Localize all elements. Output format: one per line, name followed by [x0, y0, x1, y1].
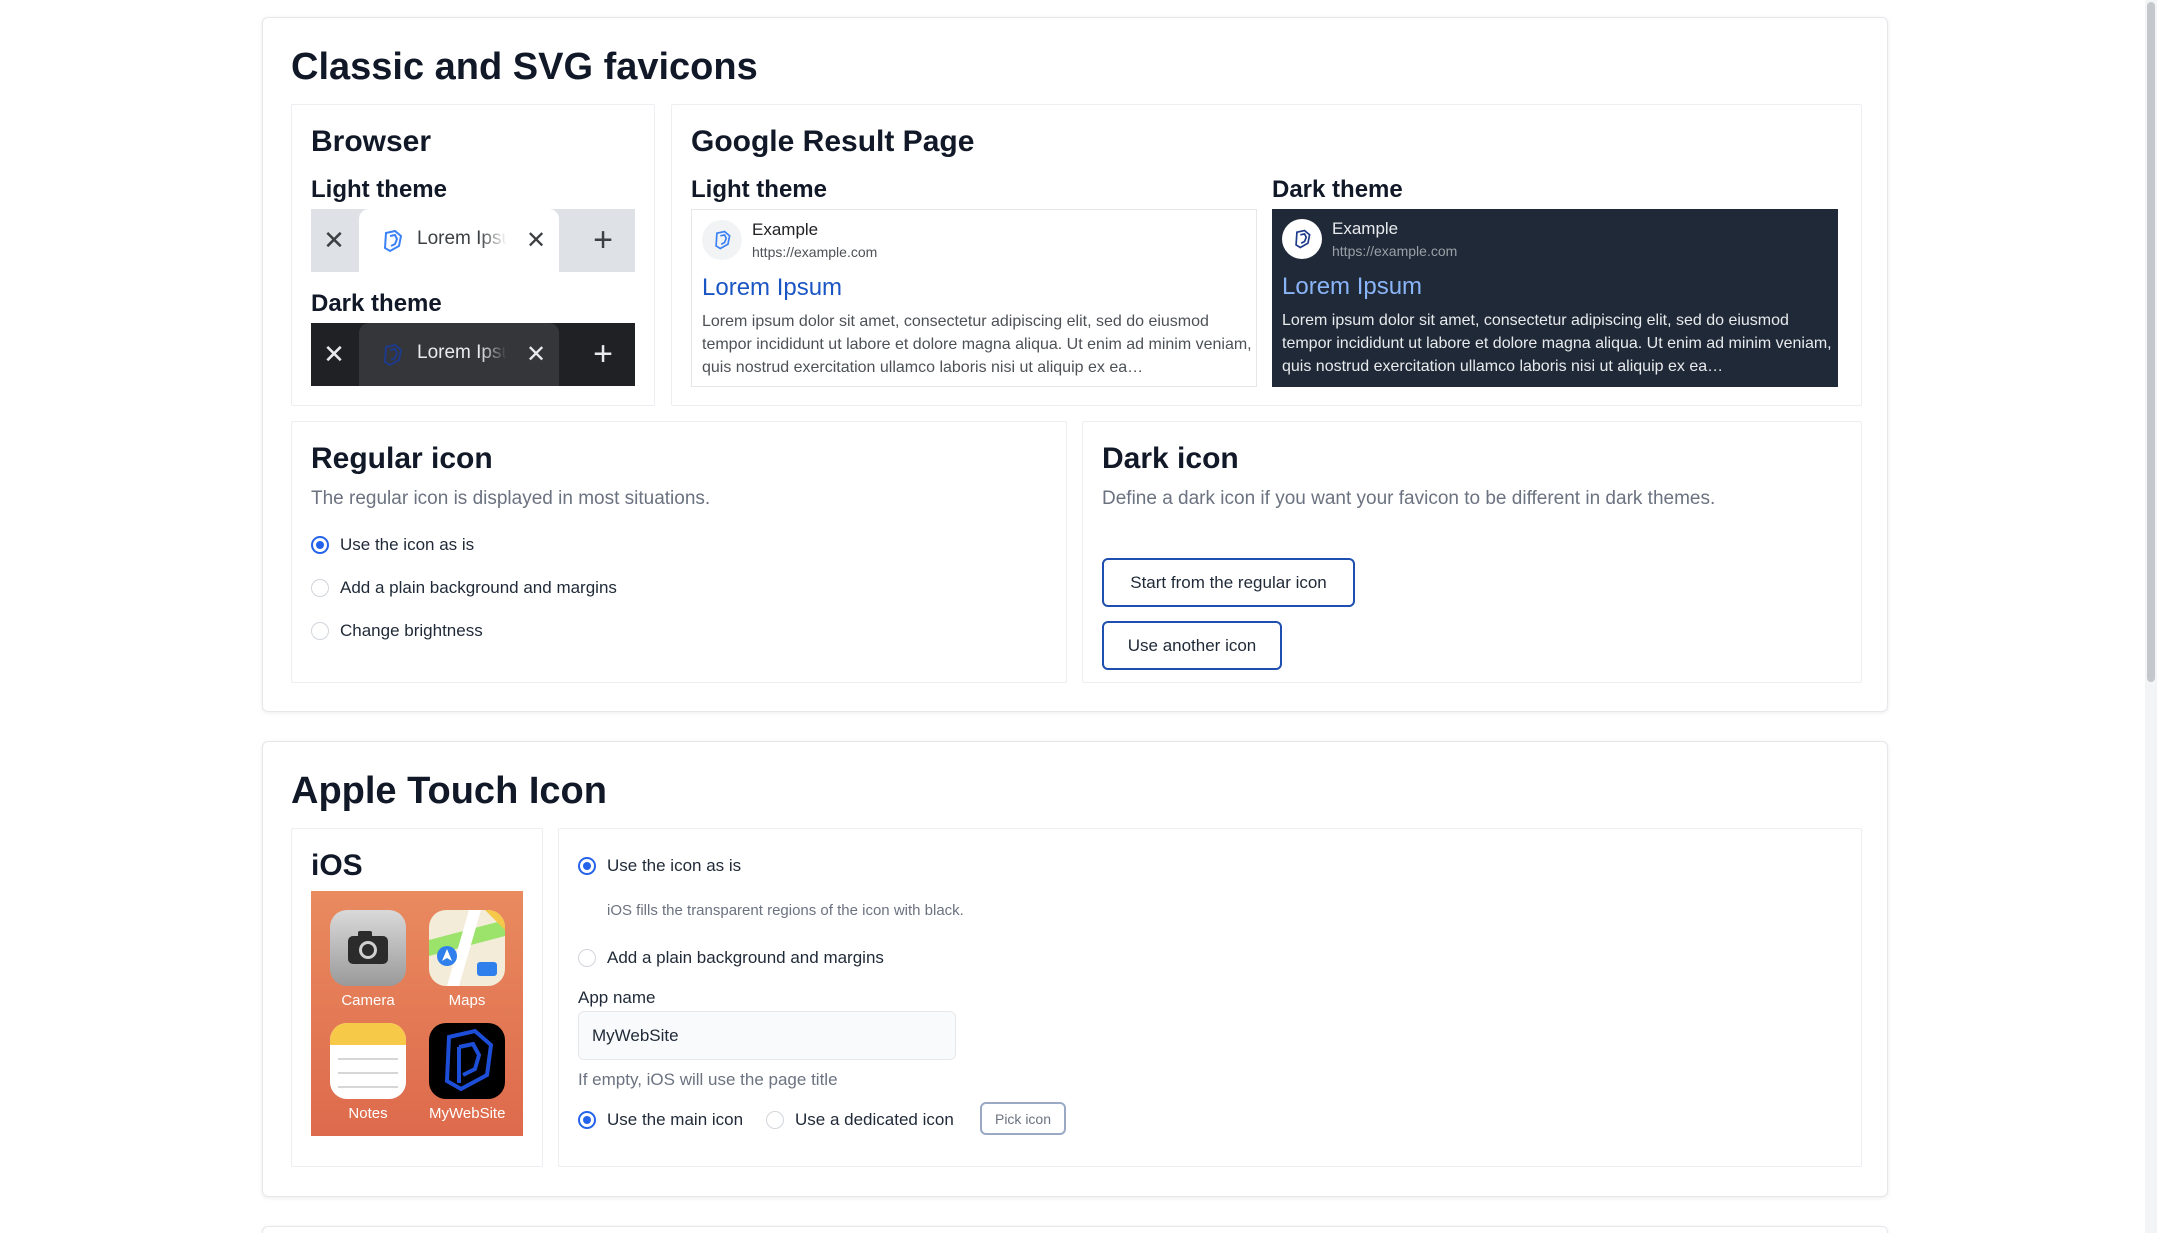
radio-selected[interactable]	[578, 1111, 596, 1129]
app-label: MyWebSite	[429, 1105, 506, 1122]
radio-unselected[interactable]	[311, 622, 329, 640]
brand-favicon-icon	[1295, 229, 1311, 249]
radio-label: Use the icon as is	[340, 535, 475, 554]
regular-option-background[interactable]: Add a plain background and margins	[311, 578, 617, 598]
start-from-regular-button[interactable]: Start from the regular icon	[1102, 558, 1355, 607]
google-title: Google Result Page	[691, 125, 975, 158]
tab-close-icon[interactable]: ✕	[519, 323, 553, 386]
radio-unselected[interactable]	[766, 1111, 784, 1129]
serp-snippet: Lorem ipsum dolor sit amet, consectetur …	[702, 313, 1252, 376]
browser-dark-label: Dark theme	[311, 290, 442, 317]
serp-favicon	[1282, 219, 1322, 259]
serp-result-title[interactable]: Lorem Ipsum	[1282, 273, 1422, 301]
favicon-card: Classic and SVG favicons Browser Light t…	[262, 17, 1888, 712]
ios-option-as-is[interactable]: Use the icon as is	[578, 856, 741, 876]
app-label: Notes	[348, 1105, 388, 1122]
ios-settings-panel: Use the icon as is iOS fills the transpa…	[558, 828, 1862, 1167]
section-title-favicons: Classic and SVG favicons	[291, 46, 758, 88]
app-name-input[interactable]	[578, 1011, 956, 1060]
next-card	[262, 1226, 1888, 1233]
brand-favicon-icon	[715, 230, 731, 250]
radio-unselected[interactable]	[578, 949, 596, 967]
radio-label: Add a plain background and margins	[607, 948, 884, 967]
maps-icon	[429, 910, 505, 986]
serp-site-url: https://example.com	[1332, 243, 1458, 259]
tab-title: Lorem Ipsum	[417, 228, 507, 249]
pick-icon-button[interactable]: Pick icon	[980, 1102, 1066, 1135]
browser-tab-light[interactable]: Lorem Ipsum ✕	[359, 209, 559, 272]
browser-tabbar-light: ✕ Lorem Ipsum ✕ +	[311, 209, 635, 272]
browser-title: Browser	[311, 125, 432, 158]
ios-option-background[interactable]: Add a plain background and margins	[578, 948, 884, 968]
brand-app-icon	[429, 1023, 505, 1099]
app-maps: Maps	[429, 910, 505, 1009]
regular-option-as-is[interactable]: Use the icon as is	[311, 535, 474, 555]
radio-label: Use a dedicated icon	[795, 1110, 954, 1129]
scrollbar-thumb[interactable]	[2147, 2, 2155, 682]
radio-label: Add a plain background and margins	[340, 578, 617, 597]
radio-unselected[interactable]	[311, 579, 329, 597]
app-name-label: App name	[578, 988, 656, 1007]
dark-icon-description: Define a dark icon if you want your favi…	[1102, 488, 1716, 509]
dark-icon-title: Dark icon	[1102, 442, 1239, 475]
tab-close-icon[interactable]: ✕	[519, 209, 553, 272]
google-dark-label: Dark theme	[1272, 176, 1403, 203]
ios-panel: iOS Camera Maps Notes MyWebSite	[291, 828, 543, 1167]
new-tab-icon[interactable]: +	[573, 323, 633, 386]
app-label: Camera	[341, 992, 395, 1009]
ios-main-icon-option[interactable]: Use the main icon	[578, 1110, 743, 1130]
radio-label: Use the main icon	[607, 1110, 744, 1129]
app-camera: Camera	[330, 910, 406, 1009]
serp-site-name: Example	[1332, 219, 1399, 238]
app-notes: Notes	[330, 1023, 406, 1122]
serp-site-url: https://example.com	[752, 244, 878, 260]
browser-panel: Browser Light theme ✕ Lorem Ipsum ✕ + Da…	[291, 104, 655, 406]
app-label: Maps	[448, 992, 486, 1009]
ios-dedicated-icon-option[interactable]: Use a dedicated icon	[766, 1110, 954, 1130]
section-title-apple: Apple Touch Icon	[291, 770, 607, 812]
regular-icon-panel: Regular icon The regular icon is display…	[291, 421, 1067, 683]
close-icon[interactable]: ✕	[311, 323, 357, 386]
regular-icon-title: Regular icon	[311, 442, 493, 475]
ios-option-hint: iOS fills the transparent regions of the…	[607, 902, 964, 919]
app-name-hint: If empty, iOS will use the page title	[578, 1070, 838, 1089]
brand-favicon-icon	[383, 343, 403, 367]
close-icon[interactable]: ✕	[311, 209, 357, 272]
ios-title: iOS	[311, 849, 363, 882]
app-mywebsite: MyWebSite	[429, 1023, 505, 1122]
radio-label: Use the icon as is	[607, 856, 742, 875]
google-panel: Google Result Page Light theme Dark them…	[671, 104, 1862, 406]
radio-selected[interactable]	[311, 536, 329, 554]
serp-result-title[interactable]: Lorem Ipsum	[702, 274, 842, 302]
browser-tab-dark[interactable]: Lorem Ipsum ✕	[359, 323, 559, 386]
serp-dark: Example https://example.com Lorem Ipsum …	[1272, 209, 1838, 387]
google-light-label: Light theme	[691, 176, 827, 203]
ios-home-screen: Camera Maps Notes MyWebSite	[311, 891, 523, 1136]
radio-label: Change brightness	[340, 621, 483, 640]
dark-icon-panel: Dark icon Define a dark icon if you want…	[1082, 421, 1862, 683]
serp-favicon	[702, 220, 742, 260]
brand-favicon-icon	[383, 229, 403, 253]
new-tab-icon[interactable]: +	[573, 209, 633, 272]
radio-selected[interactable]	[578, 857, 596, 875]
regular-icon-description: The regular icon is displayed in most si…	[311, 488, 711, 509]
serp-snippet: Lorem ipsum dolor sit amet, consectetur …	[1282, 312, 1832, 375]
tab-title: Lorem Ipsum	[417, 342, 507, 363]
page-scrollbar[interactable]	[2145, 0, 2157, 1233]
use-another-icon-button[interactable]: Use another icon	[1102, 621, 1282, 670]
browser-light-label: Light theme	[311, 176, 447, 203]
regular-option-brightness[interactable]: Change brightness	[311, 621, 483, 641]
serp-site-name: Example	[752, 220, 819, 239]
camera-icon	[330, 910, 406, 986]
browser-tabbar-dark: ✕ Lorem Ipsum ✕ +	[311, 323, 635, 386]
notes-icon	[330, 1023, 406, 1099]
serp-light: Example https://example.com Lorem Ipsum …	[691, 209, 1257, 387]
apple-touch-card: Apple Touch Icon iOS Camera Maps Notes M…	[262, 741, 1888, 1197]
